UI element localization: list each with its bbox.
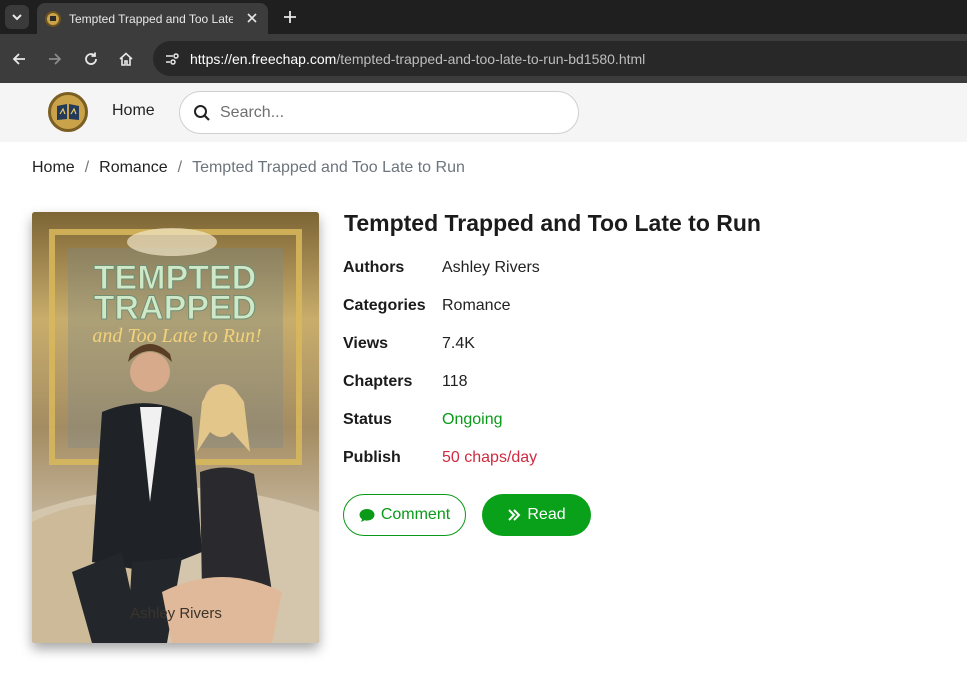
breadcrumb-separator: / bbox=[84, 159, 90, 176]
logo-icon[interactable] bbox=[48, 92, 88, 132]
breadcrumb: Home / Romance / Tempted Trapped and Too… bbox=[32, 159, 465, 177]
read-label: Read bbox=[527, 506, 566, 523]
cover-author: Ashley Rivers bbox=[130, 605, 222, 622]
publish-value: 50 chaps/day bbox=[442, 449, 538, 466]
reload-button[interactable] bbox=[79, 47, 103, 71]
info-label: Status bbox=[343, 411, 392, 428]
info-row-categories: Categories Romance bbox=[343, 294, 510, 318]
forward-button[interactable] bbox=[43, 47, 67, 71]
breadcrumb-home[interactable]: Home bbox=[32, 159, 75, 177]
breadcrumb-category[interactable]: Romance bbox=[99, 159, 167, 177]
info-label: Chapters bbox=[343, 373, 413, 390]
info-label: Views bbox=[343, 335, 389, 352]
author-link[interactable]: Ashley Rivers bbox=[442, 259, 540, 277]
new-tab-button[interactable] bbox=[279, 6, 301, 28]
info-row-authors: Authors Ashley Rivers bbox=[343, 256, 540, 280]
info-label: Categories bbox=[343, 297, 426, 314]
info-row-status: Status Ongoing bbox=[343, 408, 503, 432]
back-button[interactable] bbox=[7, 47, 31, 71]
info-row-views: Views 7.4K bbox=[343, 332, 475, 356]
close-icon bbox=[247, 13, 257, 23]
site-header: Home bbox=[0, 83, 967, 142]
browser-tabstrip: Tempted Trapped and Too Late to Run bbox=[0, 0, 967, 34]
cover-title-line2: TRAPPED bbox=[94, 289, 256, 327]
cover-subtitle: and Too Late to Run! bbox=[92, 325, 261, 347]
info-label: Authors bbox=[343, 259, 405, 276]
book-title: Tempted Trapped and Too Late to Run bbox=[344, 210, 761, 236]
site-info-icon bbox=[166, 52, 179, 65]
info-row-chapters: Chapters 118 bbox=[343, 370, 468, 394]
category-link[interactable]: Romance bbox=[442, 297, 510, 315]
site-info-button[interactable] bbox=[161, 48, 183, 70]
favicon-icon bbox=[45, 10, 61, 27]
tab-list-button[interactable] bbox=[5, 5, 29, 29]
address-bar[interactable]: https://en.freechap.com/tempted-trapped-… bbox=[153, 41, 967, 76]
info-label: Publish bbox=[343, 449, 401, 466]
home-icon bbox=[119, 52, 133, 66]
double-chevron-right-icon bbox=[508, 509, 521, 521]
breadcrumb-current: Tempted Trapped and Too Late to Run bbox=[192, 159, 465, 176]
home-button[interactable] bbox=[114, 47, 138, 71]
breadcrumb-separator: / bbox=[177, 159, 183, 176]
book-cover-image[interactable]: TEMPTED TRAPPED and Too Late to Run! Ash… bbox=[32, 212, 319, 643]
status-value: Ongoing bbox=[442, 411, 503, 428]
tab-title: Tempted Trapped and Too Late to Run bbox=[69, 11, 233, 26]
nav-home-link[interactable]: Home bbox=[112, 102, 155, 120]
url-text: https://en.freechap.com/tempted-trapped-… bbox=[190, 51, 645, 67]
read-button[interactable]: Read bbox=[482, 494, 591, 536]
views-value: 7.4K bbox=[442, 335, 475, 352]
browser-tab[interactable]: Tempted Trapped and Too Late to Run bbox=[37, 3, 268, 34]
back-icon bbox=[12, 53, 25, 65]
comment-icon bbox=[359, 508, 375, 522]
url-path: /tempted-trapped-and-too-late-to-run-bd1… bbox=[336, 50, 646, 67]
tab-close-button[interactable] bbox=[244, 10, 260, 26]
forward-icon bbox=[49, 53, 62, 65]
search-box[interactable] bbox=[179, 91, 579, 134]
info-row-publish: Publish 50 chaps/day bbox=[343, 446, 537, 470]
search-icon[interactable] bbox=[192, 103, 212, 123]
browser-toolbar: https://en.freechap.com/tempted-trapped-… bbox=[0, 34, 967, 83]
comment-label: Comment bbox=[380, 506, 451, 523]
comment-button[interactable]: Comment bbox=[343, 494, 466, 536]
url-host: https://en.freechap.com bbox=[190, 50, 337, 67]
tab-list-icon bbox=[12, 14, 22, 21]
reload-icon bbox=[85, 52, 97, 65]
plus-icon bbox=[284, 11, 296, 23]
search-input[interactable] bbox=[220, 103, 560, 122]
chapters-value: 118 bbox=[442, 373, 468, 390]
